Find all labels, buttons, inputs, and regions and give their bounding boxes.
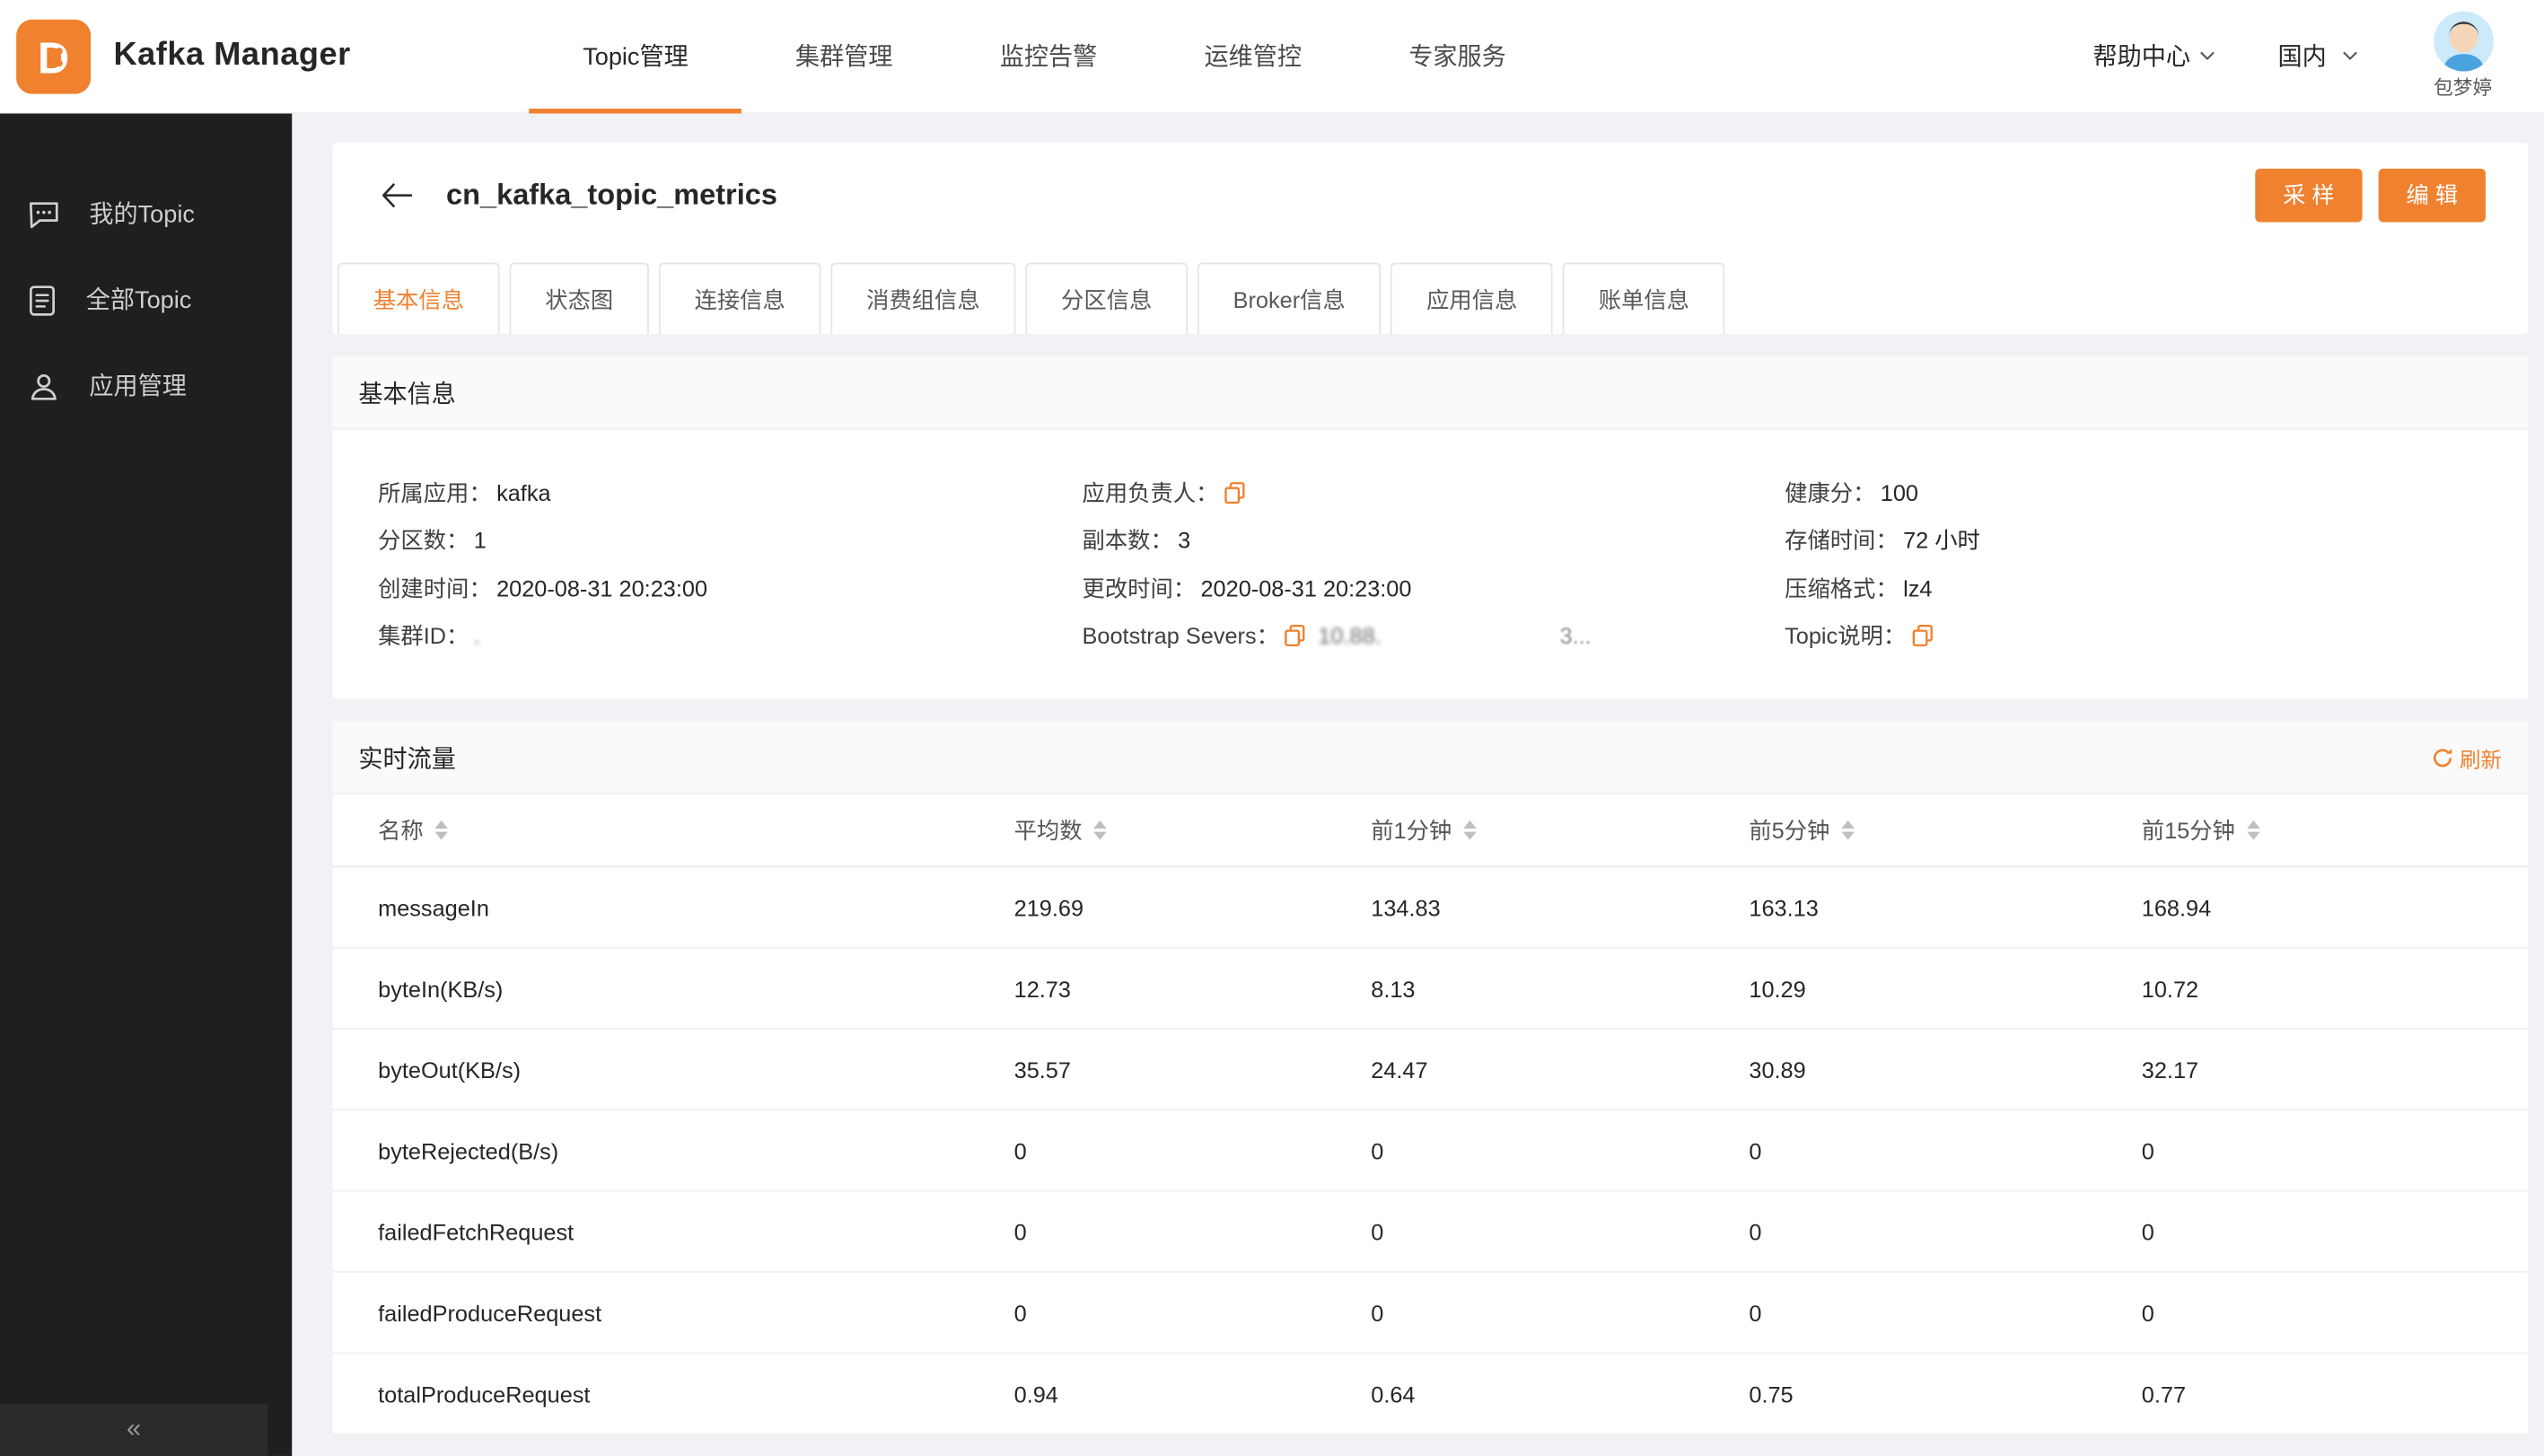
edit-button[interactable]: 编 辑 <box>2378 167 2486 222</box>
field-topic-description: Topic说明： <box>1785 612 2528 660</box>
app-logo-icon: D <box>16 18 92 93</box>
copy-icon[interactable] <box>1224 481 1246 504</box>
user-name: 包梦婷 <box>2434 75 2493 100</box>
tab-bill-info[interactable]: 账单信息 <box>1562 262 1725 335</box>
sort-icon[interactable] <box>1462 820 1477 840</box>
sort-icon[interactable] <box>2246 820 2259 840</box>
chevron-down-icon <box>2198 50 2216 62</box>
user-menu[interactable]: 包梦婷 <box>2421 11 2505 101</box>
nav-cluster-manage[interactable]: 集群管理 <box>741 0 946 113</box>
sidebar-item-all-topic[interactable]: 全部Topic <box>0 256 292 342</box>
sort-icon[interactable] <box>1093 820 1107 840</box>
tab-status-chart[interactable]: 状态图 <box>509 262 649 335</box>
topic-header-card: cn_kafka_topic_metrics 采 样 编 辑 基本信息 状态图 … <box>332 142 2528 335</box>
table-row: byteIn(KB/s) 12.73 8.13 10.29 10.72 <box>332 949 2528 1030</box>
avatar[interactable] <box>2433 11 2494 72</box>
tab-partition-info[interactable]: 分区信息 <box>1025 262 1189 335</box>
field-modify-time: 更改时间： 2020-08-31 20:23:00 <box>1082 575 1412 601</box>
chat-icon <box>26 196 62 232</box>
col-name: 名称 <box>378 814 1014 846</box>
col-last-1min: 前1分钟 <box>1371 814 1749 846</box>
table-row: byteOut(KB/s) 35.57 24.47 30.89 32.17 <box>332 1030 2528 1111</box>
field-retention-time: 存储时间： 72 小时 <box>1785 527 1980 554</box>
basic-info-section-header: 基本信息 <box>332 356 2528 430</box>
sidebar-item-app-manage[interactable]: 应用管理 <box>0 342 292 428</box>
tab-broker-info[interactable]: Broker信息 <box>1197 262 1382 335</box>
table-row: failedFetchRequest 0 0 0 0 <box>332 1192 2528 1273</box>
copy-icon[interactable] <box>1911 625 1934 647</box>
sidebar: 我的Topic 全部Topic 应用管理 « <box>0 113 293 1456</box>
refresh-button[interactable]: 刷新 <box>2432 741 2502 772</box>
sidebar-item-my-topic[interactable]: 我的Topic <box>0 171 292 257</box>
top-header: D Kafka Manager Topic管理 集群管理 监控告警 运维管控 专… <box>0 0 2544 114</box>
page-title: cn_kafka_topic_metrics <box>446 177 777 210</box>
sidebar-collapse-toggle[interactable]: « <box>0 1404 268 1456</box>
refresh-icon <box>2432 747 2452 767</box>
table-row: failedProduceRequest 0 0 0 0 <box>332 1273 2528 1355</box>
chevron-down-icon <box>2341 50 2359 62</box>
nav-topic-manage[interactable]: Topic管理 <box>529 0 742 113</box>
realtime-traffic-card: 实时流量 刷新 名称 平均数 前1分钟 前5分钟 前15分钟 messageIn… <box>332 721 2528 1435</box>
nav-ops-control[interactable]: 运维管控 <box>1151 0 1355 113</box>
table-row: byteRejected(B/s) 0 0 0 0 <box>332 1110 2528 1192</box>
collapse-icon: « <box>127 1415 142 1443</box>
help-center-link[interactable]: 帮助中心 <box>2092 39 2215 73</box>
sort-icon[interactable] <box>434 820 448 840</box>
col-last-15min: 前15分钟 <box>2142 814 2528 846</box>
field-health-score: 健康分： 100 <box>1785 479 1918 506</box>
tab-bar: 基本信息 状态图 连接信息 消费组信息 分区信息 Broker信息 应用信息 账… <box>333 247 2528 335</box>
list-icon <box>26 281 58 317</box>
app-icon <box>26 367 62 403</box>
basic-info-fields: 所属应用： kafka 应用负责人： 健康分： 100 分区数： 1 副本数： 3 <box>333 430 2528 699</box>
table-row: messageIn 219.69 134.83 163.13 168.94 <box>332 867 2528 949</box>
tab-app-info[interactable]: 应用信息 <box>1390 262 1554 335</box>
tab-basic-info[interactable]: 基本信息 <box>337 262 500 335</box>
sample-button[interactable]: 采 样 <box>2255 167 2363 222</box>
field-app-owner: 应用负责人： <box>1083 469 1785 516</box>
tab-connection-info[interactable]: 连接信息 <box>658 262 821 335</box>
copy-icon[interactable] <box>1284 625 1306 647</box>
field-owning-app: 所属应用： kafka <box>378 479 551 506</box>
brand: D Kafka Manager <box>0 18 351 93</box>
nav-monitor-alert[interactable]: 监控告警 <box>946 0 1151 113</box>
field-create-time: 创建时间： 2020-08-31 20:23:00 <box>378 575 708 601</box>
header-right: 帮助中心 国内 包梦婷 <box>2092 11 2544 101</box>
sort-icon[interactable] <box>1841 820 1855 840</box>
title-actions: 采 样 编 辑 <box>2255 167 2486 222</box>
nav-expert-service[interactable]: 专家服务 <box>1355 0 1560 113</box>
back-button[interactable] <box>375 173 417 215</box>
top-nav: Topic管理 集群管理 监控告警 运维管控 专家服务 <box>529 0 1560 113</box>
table-row: totalProduceRequest 0.94 0.64 0.75 0.77 <box>332 1354 2528 1435</box>
realtime-section-header: 实时流量 刷新 <box>332 721 2528 795</box>
field-replica-count: 副本数： 3 <box>1082 527 1191 554</box>
svg-text:D: D <box>38 33 69 82</box>
table-header-row: 名称 平均数 前1分钟 前5分钟 前15分钟 <box>332 794 2528 868</box>
col-average: 平均数 <box>1014 814 1372 846</box>
col-last-5min: 前5分钟 <box>1749 814 2141 846</box>
region-selector[interactable]: 国内 <box>2278 39 2359 73</box>
basic-info-card: 基本信息 所属应用：kafka 应用负责人： 健康分：100 分区数：1 <box>332 356 2528 699</box>
main-content: cn_kafka_topic_metrics 采 样 编 辑 基本信息 状态图 … <box>292 113 2544 1456</box>
title-row: cn_kafka_topic_metrics 采 样 编 辑 <box>333 143 2528 247</box>
brand-name: Kafka Manager <box>113 37 351 74</box>
app: D Kafka Manager Topic管理 集群管理 监控告警 运维管控 专… <box>0 0 2544 1456</box>
tab-consumer-group-info[interactable]: 消费组信息 <box>830 262 1016 335</box>
field-bootstrap-servers: Bootstrap Severs： 10.88. 3... <box>1082 623 1592 649</box>
field-compression-format: 压缩格式： lz4 <box>1785 575 1933 601</box>
field-partition-count: 分区数： 1 <box>378 527 487 554</box>
field-cluster-id: 集群ID：. <box>378 623 480 649</box>
